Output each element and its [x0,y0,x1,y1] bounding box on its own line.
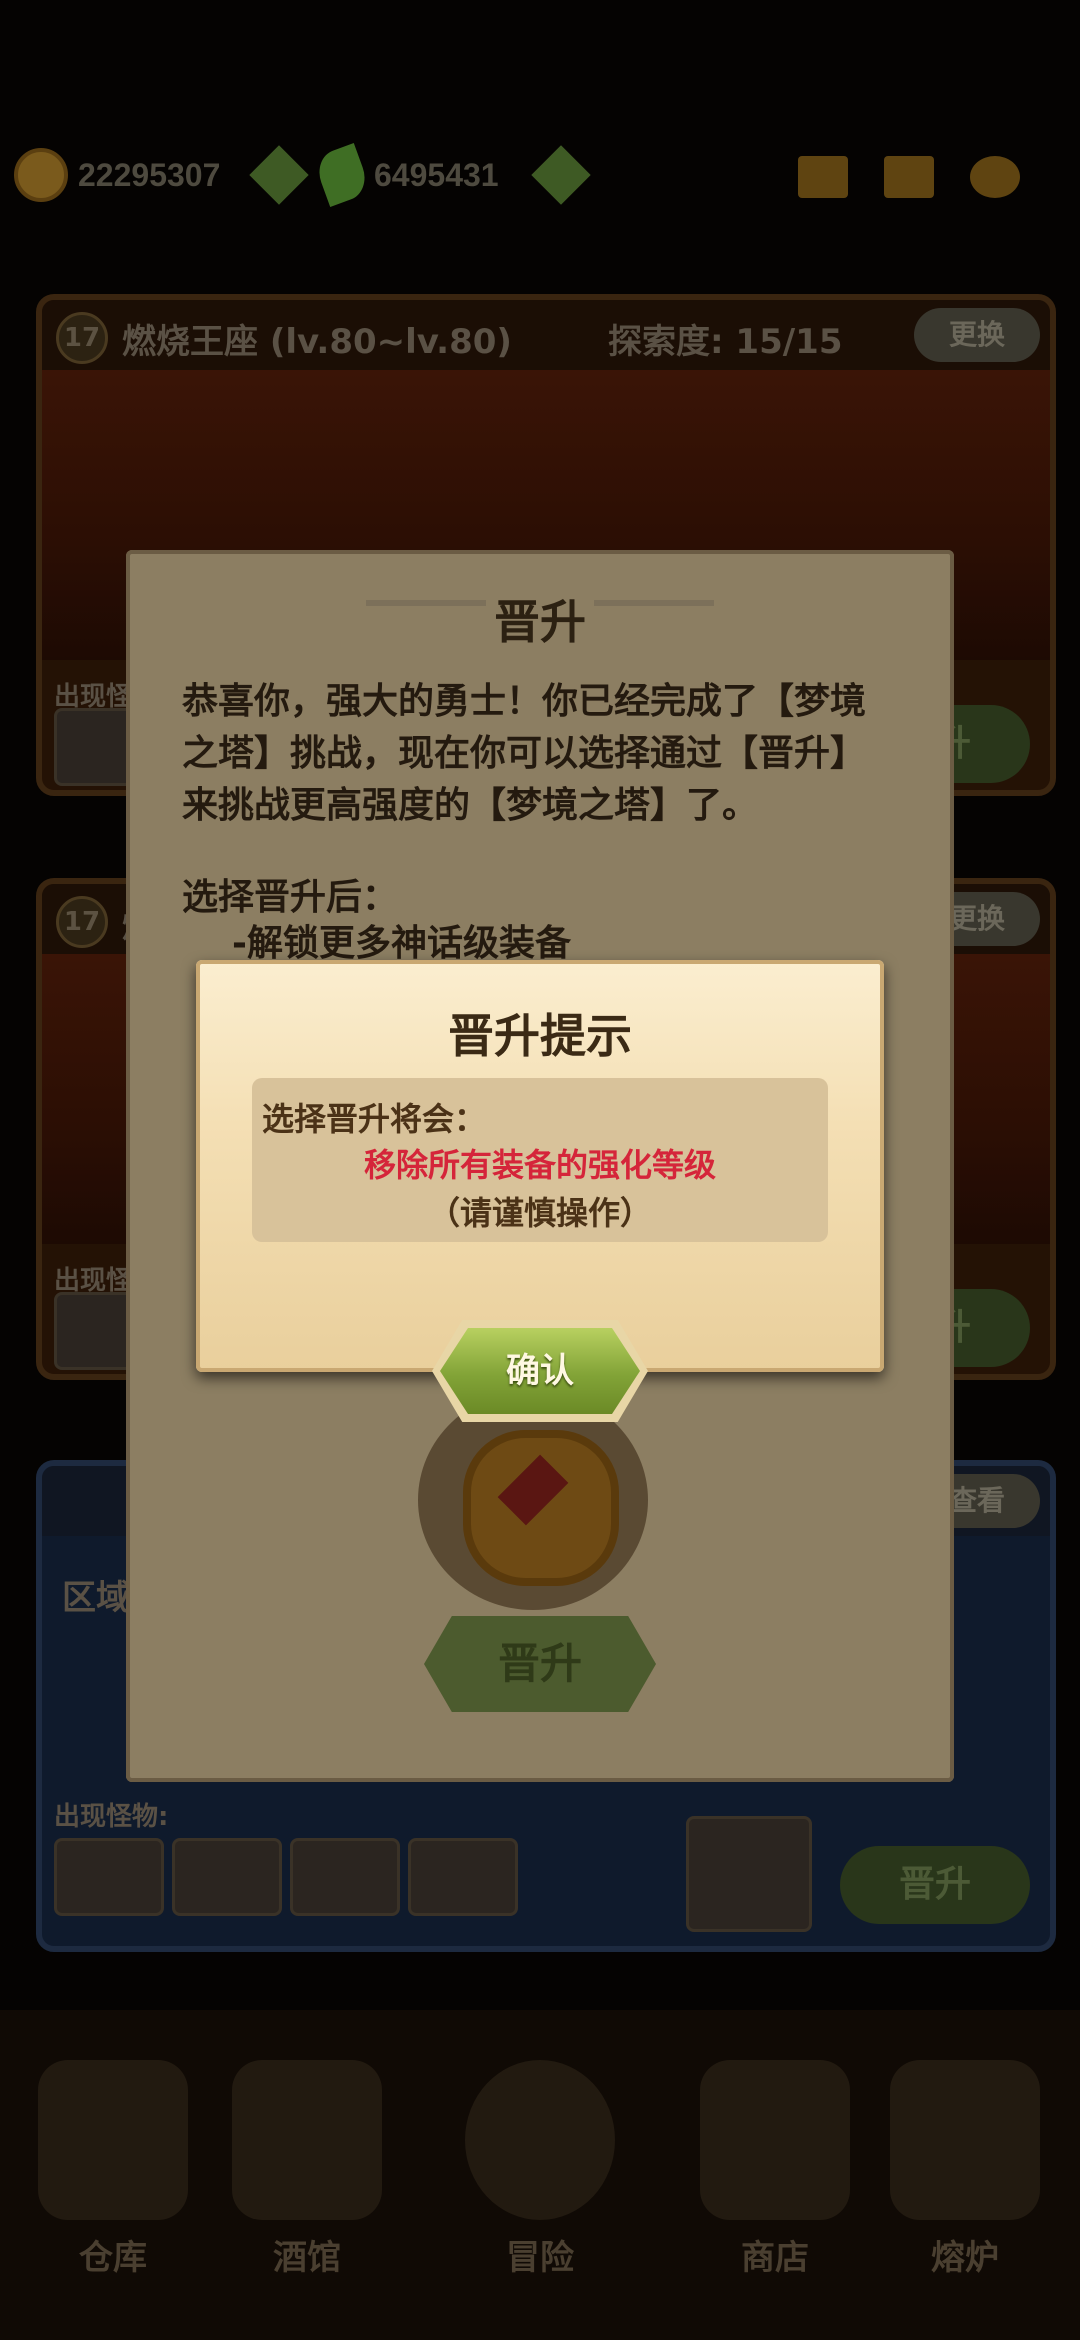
leaf-amount: 6495431 [374,156,499,193]
nav-label: 酒馆 [273,2238,341,2278]
leaf-resource: 6495431 [312,143,499,207]
nav-label: 商店 [741,2238,809,2278]
tavern-icon [232,2060,382,2220]
hero-portrait[interactable] [686,1816,812,1932]
unlock-item: -解锁更多神话级装备 [232,923,571,964]
gold-resource: 22295307 [14,146,220,204]
nav-shop[interactable]: 商店 [680,2050,870,2290]
book-icon[interactable] [884,156,934,198]
nav-label: 熔炉 [931,2238,999,2278]
adventure-icon [465,2060,615,2220]
shop-icon [700,2060,850,2220]
stage-header: 17 燃烧王座 (lv.80~lv.80) 探索度: 15/15 更换 [42,300,1050,370]
confirm-title: 晋升提示 [448,1009,632,1063]
warning-text: 移除所有装备的强化等级 [363,1146,716,1184]
monsters-label: 出现怪物: [54,1802,169,1832]
stage-level-badge: 17 [56,312,108,364]
mail-icon[interactable] [798,156,848,198]
nav-adventure[interactable]: 冒险 [445,2050,635,2290]
gold-coin-icon [14,148,68,202]
gear-icon[interactable] [970,156,1020,198]
stage-level-badge: 17 [56,896,108,948]
promote-button[interactable]: 晋升 [424,1616,656,1712]
confirm-button[interactable]: 确认 [440,1328,640,1414]
warehouse-icon [38,2060,188,2220]
caution-text: （请谨慎操作） [427,1194,652,1232]
explore-progress: 探索度: 15/15 [608,322,843,362]
nav-label: 冒险 [506,2238,574,2278]
monster-portrait[interactable] [408,1838,518,1916]
stage-name: 燃烧王座 (lv.80~lv.80) [122,322,512,362]
add-gold-icon[interactable] [249,145,309,205]
nav-furnace[interactable]: 熔炉 [870,2050,1060,2290]
nav-tavern[interactable]: 酒馆 [212,2050,402,2290]
resource-bar: 22295307 6495431 [0,130,1080,220]
gold-amount: 22295307 [78,156,221,193]
leaf-icon [312,143,372,207]
add-leaf-icon[interactable] [531,145,591,205]
monster-portrait[interactable] [54,1838,164,1916]
dialog-body: 恭喜你，强大的勇士！你已经完成了【梦境之塔】挑战，现在你可以选择通过【晋升】来挑… [182,681,867,826]
bottom-nav: 仓库 酒馆 冒险 商店 熔炉 [0,2010,1080,2340]
monster-portrait[interactable] [172,1838,282,1916]
monster-portrait[interactable] [290,1838,400,1916]
confirm-dialog: 晋升提示 选择晋升将会： 移除所有装备的强化等级 （请谨慎操作） 确认 [196,960,884,1422]
warning-panel: 选择晋升将会： 移除所有装备的强化等级 （请谨慎操作） [252,1078,828,1242]
after-promote-label: 选择晋升后： [182,877,399,918]
nav-warehouse[interactable]: 仓库 [18,2050,208,2290]
promote-button[interactable]: 晋升 [840,1846,1030,1924]
change-button[interactable]: 更换 [914,308,1040,362]
promote-emblem [418,1390,648,1610]
furnace-icon [890,2060,1040,2220]
region-label: 区域 [62,1578,130,1618]
warning-intro: 选择晋升将会： [262,1100,487,1138]
nav-label: 仓库 [79,2238,147,2278]
dialog-title: 晋升 [494,595,586,649]
